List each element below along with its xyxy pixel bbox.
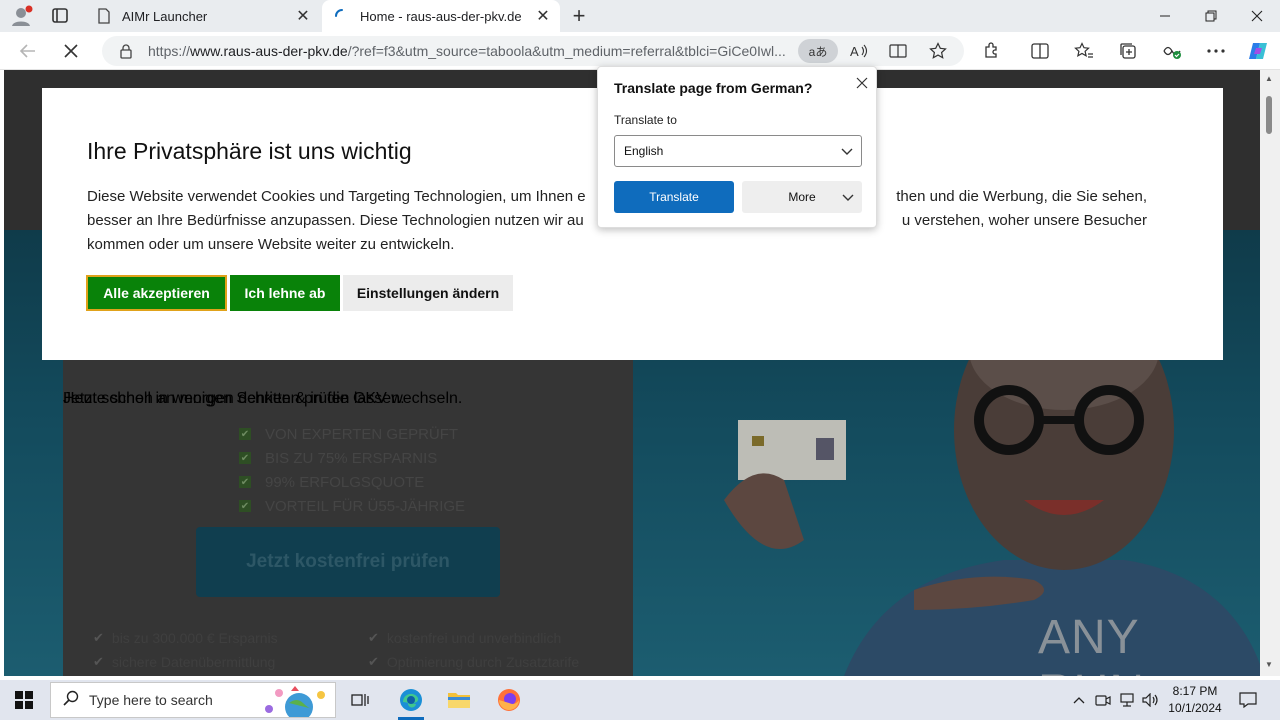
checklist: ✔ VON EXPERTEN GEPRÜFT ✔ BIS ZU 75% ERSPAR…: [239, 422, 465, 518]
check-now-button[interactable]: Jetzt kostenfrei prüfen: [196, 527, 500, 597]
anyrun-watermark: ANY RUN: [1038, 611, 1144, 676]
close-tab-icon[interactable]: ✕: [292, 5, 314, 27]
favorite-star-icon[interactable]: [927, 41, 949, 61]
translate-popup: Translate page from German? Translate to…: [597, 66, 877, 228]
scroll-down-icon[interactable]: ▼: [1265, 660, 1273, 669]
windows-taskbar: Type here to search 8:17 PM 10/1/2024: [0, 680, 1280, 720]
stop-loading-icon[interactable]: [58, 39, 84, 63]
checkbox-icon: ✔: [239, 476, 251, 488]
close-tab-icon[interactable]: ✕: [532, 5, 554, 27]
cookie-banner-title: Ihre Privatsphäre ist uns wichtig: [87, 138, 412, 164]
search-highlight-illustration: [265, 686, 325, 717]
split-screen-icon[interactable]: [1027, 39, 1053, 63]
benefit-item: ✔ Optimierung durch Zusatztarife: [368, 654, 580, 670]
screen: AIMr Launcher ✕ Home - raus-aus-der-pkv.…: [0, 0, 1280, 720]
windows-start-icon[interactable]: [0, 680, 48, 720]
translate-button[interactable]: Translate: [614, 181, 734, 213]
more-button[interactable]: More: [742, 181, 862, 213]
url-text[interactable]: https://www.raus-aus-der-pkv.de/?ref=f3&…: [148, 43, 798, 59]
tab-title: Home - raus-aus-der-pkv.de: [360, 8, 522, 24]
browser-essentials-icon[interactable]: [1159, 39, 1185, 63]
notification-center-icon[interactable]: [1236, 680, 1260, 720]
checklist-item: ✔ 99% ERFOLGSQUOTE: [239, 473, 425, 491]
favorites-icon[interactable]: [1071, 39, 1097, 63]
tab-actions-icon[interactable]: [48, 6, 72, 26]
clock-date: 10/1/2024: [1168, 701, 1222, 715]
accept-all-button[interactable]: Alle akzeptieren: [86, 275, 227, 311]
scroll-up-icon[interactable]: ▲: [1265, 74, 1273, 83]
edge-browser-icon[interactable]: [388, 680, 434, 720]
benefit-item: ✔ sichere Datenübermittlung: [93, 654, 276, 670]
search-placeholder: Type here to search: [89, 692, 213, 708]
loading-spinner-icon: [334, 8, 350, 24]
taskbar-clock[interactable]: 8:17 PM 10/1/2024: [1160, 683, 1230, 717]
clock-time: 8:17 PM: [1172, 684, 1218, 698]
chevron-down-icon: [841, 145, 853, 159]
immersive-reader-icon[interactable]: [887, 41, 909, 61]
document-icon: [96, 8, 112, 24]
benefit-item: ✔ kostenfrei und unverbindlich: [368, 630, 562, 646]
scrollbar-thumb[interactable]: [1266, 96, 1272, 134]
browser-toolbar: https://www.raus-aus-der-pkv.de/?ref=f3&…: [0, 32, 1280, 70]
network-icon[interactable]: [1117, 680, 1137, 720]
taskbar-search-box[interactable]: Type here to search: [50, 682, 336, 718]
file-explorer-icon[interactable]: [436, 680, 482, 720]
firefox-icon[interactable]: [486, 680, 532, 720]
checkbox-icon: ✔: [239, 452, 251, 464]
checklist-item: ✔ VORTEIL FÜR Ü55-JÄHRIGE: [239, 497, 466, 515]
task-view-icon[interactable]: [337, 680, 383, 720]
tab-aimr-launcher[interactable]: AIMr Launcher ✕: [84, 0, 320, 32]
search-icon: [63, 690, 79, 711]
page-scrollbar[interactable]: ▲ ▼: [1260, 70, 1280, 676]
collections-icon[interactable]: [1115, 39, 1141, 63]
checkbox-icon: ✔: [239, 428, 251, 440]
benefit-item: ✔ bis zu 300.000 € Ersparnis: [93, 630, 278, 646]
extensions-icon[interactable]: [978, 39, 1004, 63]
close-icon[interactable]: [852, 73, 872, 93]
check-icon: ✔: [368, 654, 379, 669]
check-icon: ✔: [93, 654, 104, 669]
tab-raus-aus-der-pkv[interactable]: Home - raus-aus-der-pkv.de ✕: [322, 0, 560, 32]
chevron-down-icon: [842, 191, 854, 205]
change-settings-button[interactable]: Einstellungen ändern: [343, 275, 513, 311]
volume-icon[interactable]: [1141, 680, 1161, 720]
check-icon: ✔: [93, 630, 104, 645]
reject-button[interactable]: Ich lehne ab: [230, 275, 340, 311]
back-arrow-icon[interactable]: [15, 39, 41, 63]
language-select[interactable]: English: [614, 135, 862, 167]
browser-tab-strip: AIMr Launcher ✕ Home - raus-aus-der-pkv.…: [0, 0, 1280, 32]
read-aloud-icon[interactable]: A: [848, 41, 870, 61]
profile-avatar-icon[interactable]: [8, 4, 34, 28]
svg-text:A: A: [850, 44, 859, 59]
checklist-item: ✔ BIS ZU 75% ERSPARNIS: [239, 449, 438, 467]
new-tab-button[interactable]: +: [566, 3, 592, 28]
address-bar[interactable]: https://www.raus-aus-der-pkv.de/?ref=f3&…: [102, 36, 964, 66]
close-window-button[interactable]: [1234, 0, 1280, 32]
minimize-button[interactable]: [1142, 0, 1188, 32]
meet-now-icon[interactable]: [1094, 680, 1112, 720]
show-hidden-icons-chevron-icon[interactable]: [1070, 680, 1088, 720]
restore-button[interactable]: [1188, 0, 1234, 32]
translate-popup-title: Translate page from German?: [614, 80, 813, 96]
copilot-icon[interactable]: [1245, 39, 1271, 63]
translate-icon[interactable]: aあ: [798, 39, 838, 63]
tab-title: AIMr Launcher: [122, 8, 208, 24]
checklist-item: ✔ VON EXPERTEN GEPRÜFT: [239, 425, 459, 443]
check-icon: ✔: [368, 630, 379, 645]
lock-icon[interactable]: [118, 43, 134, 59]
translate-to-label: Translate to: [614, 113, 677, 127]
more-options-icon[interactable]: [1203, 39, 1229, 63]
checkbox-icon: ✔: [239, 500, 251, 512]
